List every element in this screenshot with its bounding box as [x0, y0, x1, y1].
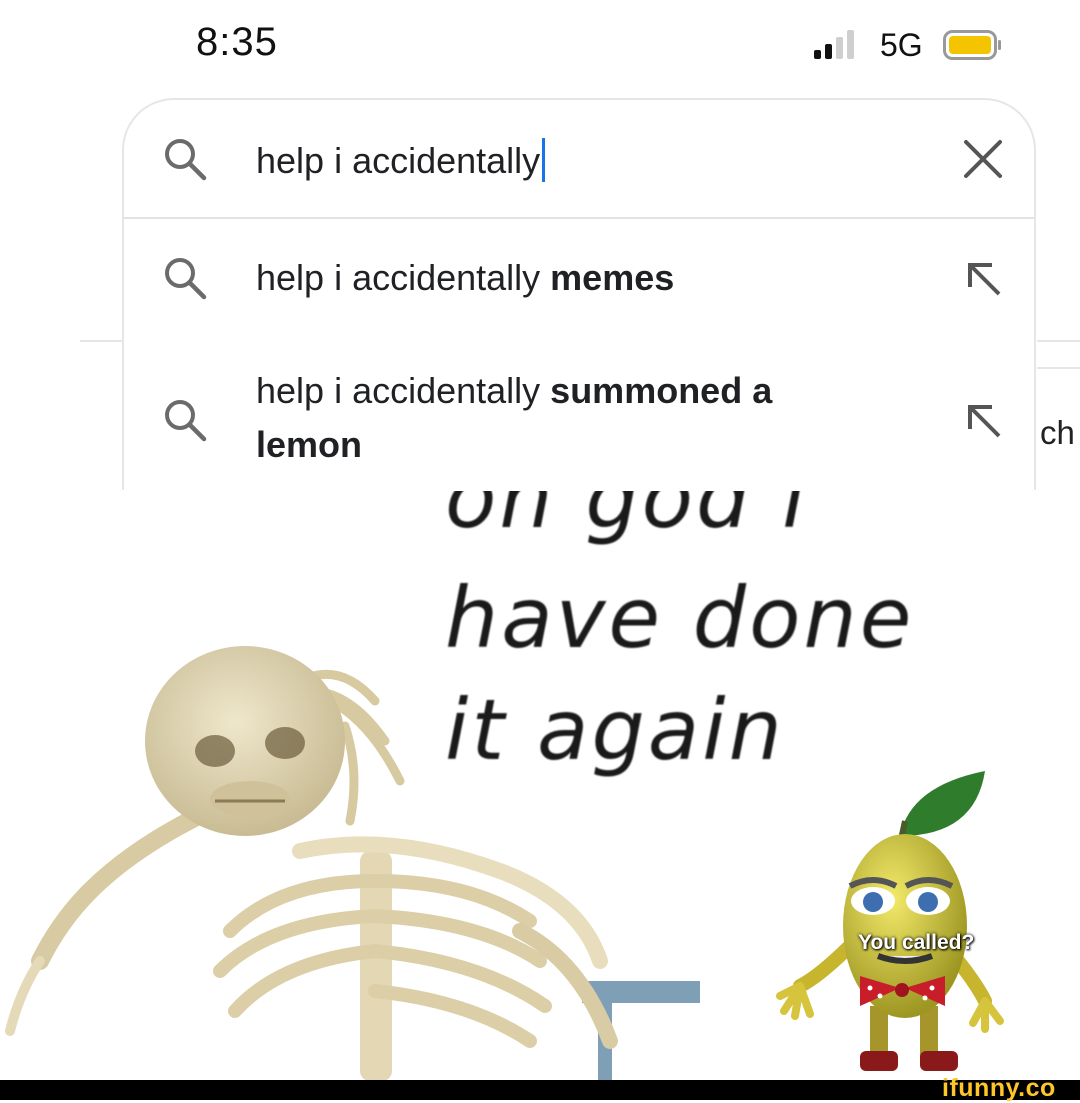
network-type: 5G	[880, 27, 923, 63]
lemon-character-illustration	[776, 771, 1004, 1071]
search-suggestions-card: help i accidentally help i accidentally …	[122, 98, 1036, 490]
fill-query-arrow-icon[interactable]	[966, 261, 1004, 299]
search-input[interactable]: help i accidentally	[256, 138, 546, 182]
battery-icon	[943, 30, 1001, 60]
suggestion-prefix: help i accidentally	[256, 370, 551, 411]
meme-image: on god i have done it again You called?	[0, 491, 1080, 1080]
skeleton-illustration	[5, 646, 700, 1080]
suggestion-text: help i accidentally summoned a lemon	[256, 364, 896, 472]
suggestion-completion: summoned a	[550, 370, 773, 411]
suggestion-item[interactable]: help i accidentally memes	[124, 219, 1034, 337]
background-divider	[80, 340, 125, 342]
status-time: 8:35	[196, 20, 278, 64]
watermark-bar: ifunny.co	[0, 1074, 1080, 1102]
search-bar[interactable]: help i accidentally	[124, 100, 1034, 218]
search-query-text: help i accidentally	[256, 140, 541, 181]
background-divider	[1037, 340, 1080, 342]
search-icon	[165, 400, 207, 442]
suggestion-prefix: help i accidentally	[256, 257, 551, 298]
close-icon[interactable]	[962, 138, 1004, 180]
search-icon	[165, 258, 207, 300]
background-divider	[1037, 367, 1080, 369]
suggestion-completion: memes	[550, 257, 675, 298]
fill-query-arrow-icon[interactable]	[966, 403, 1004, 441]
search-icon	[165, 139, 207, 181]
lemon-speech-text: You called?	[858, 931, 975, 954]
suggestion-text: help i accidentally memes	[256, 251, 674, 305]
brand-watermark: ifunny.co	[942, 1074, 1056, 1102]
suggestion-completion-line2: lemon	[256, 424, 363, 465]
text-cursor	[542, 138, 546, 182]
meme-caption-line: on god i	[445, 491, 809, 547]
background-page-text: ch	[1040, 414, 1075, 451]
suggestion-item[interactable]: help i accidentally summoned a lemon	[124, 337, 1034, 490]
signal-strength-icon	[814, 30, 854, 59]
